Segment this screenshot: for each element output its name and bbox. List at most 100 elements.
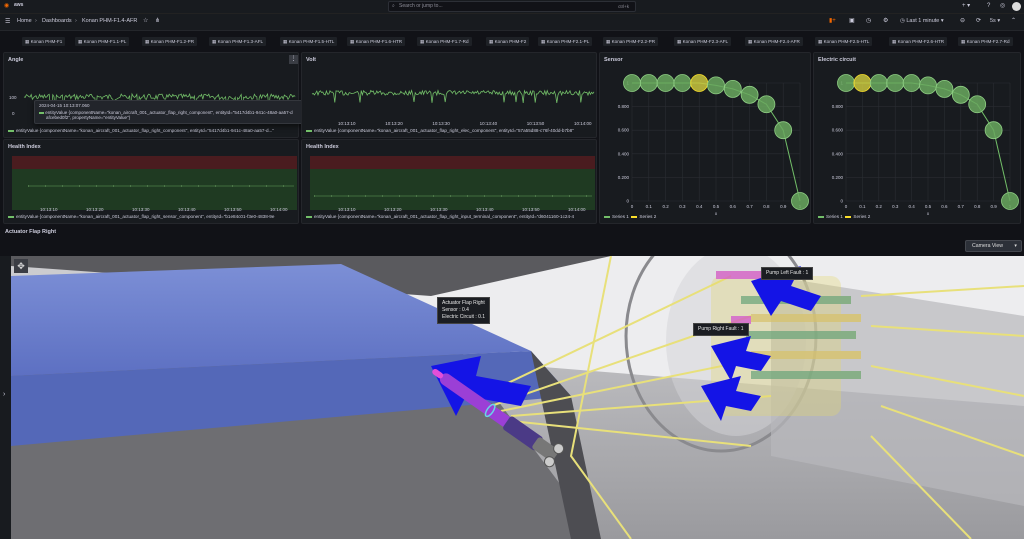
x-tick-label: 0.6 [730, 204, 737, 209]
dashboard-link[interactable]: ▦ Konan PHM-F2.7-Rd [958, 37, 1013, 46]
pump-left-label: Pump Left Fault : 1 [761, 267, 814, 280]
data-point [1001, 192, 1019, 210]
settings-icon[interactable]: ⚙ [883, 17, 888, 25]
series-legend: entityValue {componentName="konan_aircra… [8, 128, 274, 133]
angle-panel: Angle ⋮ 100 0 entityValue {componentName… [3, 52, 299, 138]
time-tick: 10:13:10 [338, 121, 356, 126]
actuator-label: Actuator Flap Right Sensor : 0.4 Electri… [437, 297, 491, 324]
highlight-point [853, 74, 872, 92]
grafana-logo-icon[interactable]: ◉ [4, 2, 9, 10]
star-icon[interactable]: ☆ [143, 17, 148, 25]
data-point [757, 95, 776, 114]
dashboard-link[interactable]: ▦ Konan PHM-F2.3-AFL [674, 37, 732, 46]
time-tick: 10:13:20 [86, 207, 104, 212]
search-input[interactable]: ⌕ Search or jump to... ctrl+k [388, 1, 636, 12]
x-tick-label: 0.4 [696, 204, 703, 209]
time-tick: 10:13:20 [384, 207, 402, 212]
search-icon: ⌕ [392, 3, 395, 9]
dashboard-link[interactable]: ▦ Konan PHM-F2.1-PL [538, 37, 593, 46]
chevron-down-icon: ▾ [1014, 243, 1017, 249]
sidebar-toggle[interactable]: › [0, 256, 11, 539]
x-tick-label: 0.4 [908, 204, 915, 209]
dashboard-link[interactable]: ▦ Konan PHM-F1.6-HTR [347, 37, 406, 46]
avatar[interactable] [1012, 2, 1021, 11]
time-tick: 10:13:50 [526, 121, 545, 126]
share-icon[interactable]: ⋔ [155, 17, 160, 25]
dashboard-link[interactable]: ▦ Konan PHM-F2.6-HTR [889, 37, 948, 46]
y-tick-label: 0.800 [618, 104, 630, 109]
sensor-scatter-chart: 00.2000.4000.6000.800100.10.20.30.40.50.… [618, 74, 809, 216]
x-axis-label: x [927, 211, 930, 216]
dashboard-link[interactable]: ▦ Konan PHM-F1.7-Rd [417, 37, 472, 46]
data-point [673, 74, 692, 92]
data-point [951, 85, 970, 104]
chevron-left-icon: › [3, 391, 6, 398]
angle-timeseries [23, 92, 296, 110]
aws-logo-icon: aws [14, 2, 24, 8]
dashboard-link[interactable]: ▦ Konan PHM-F1.1-PL [75, 37, 130, 46]
data-point [740, 85, 759, 104]
plus-icon[interactable]: + ▾ [962, 2, 970, 10]
dashboard-link[interactable]: ▦ Konan PHM-F2 [486, 37, 530, 46]
time-tick: 10:14:00 [568, 207, 586, 212]
pump-right-label: Pump Right Fault : 1 [693, 323, 749, 336]
news-icon[interactable]: ◎ [1000, 2, 1005, 10]
health-index-panel-right: Health Index 10:13:10 10:13:20 10:13:30 10:… [301, 139, 597, 224]
time-tick: 10:13:40 [178, 207, 196, 212]
chart-legend: Series 1 Series 2 [604, 214, 656, 219]
dashboard-link[interactable]: ▦ Konan PHM-F1.5-HTL [280, 37, 338, 46]
time-tick: 10:13:40 [479, 121, 498, 126]
x-tick-label: 0.8 [974, 204, 981, 209]
hover-tooltip: 2024-04-15 10:13:07.060 entityValue {com… [34, 100, 344, 124]
x-tick-label: 0.7 [746, 204, 753, 209]
dashboard-link[interactable]: ▦ Konan PHM-F2.4-AFR [745, 37, 803, 46]
x-axis-label: x [715, 211, 718, 216]
y-tick-label: 0 [626, 199, 629, 204]
data-point [639, 74, 658, 92]
breadcrumb-separator: › [35, 18, 37, 24]
data-point [886, 74, 905, 92]
time-icon[interactable]: ◷ [866, 17, 871, 25]
chart-legend: Series 1 Series 2 [818, 214, 870, 219]
collapse-icon[interactable]: ⌃ [1011, 17, 1016, 25]
refresh-interval[interactable]: 5s ▾ [990, 18, 1000, 24]
series-legend: entityValue {componentName="konan_aircra… [306, 128, 574, 133]
x-tick-label: 0 [845, 204, 848, 209]
zoom-out-icon[interactable]: ⊖ [960, 17, 965, 25]
time-tick: 10:13:10 [338, 207, 356, 212]
time-picker[interactable]: ◷ Last 1 minute ▾ [900, 18, 944, 24]
dashboard-link[interactable]: ▦ Konan PHM-F2.5-HTL [815, 37, 873, 46]
data-point [774, 121, 793, 140]
y-tick-label: 0.800 [832, 104, 844, 109]
dashboard-link[interactable]: ▦ Konan PHM-F1.3-AFL [209, 37, 267, 46]
sensor-panel: Sensor 00.2000.4000.6000.800100.10.20.30… [599, 52, 811, 224]
series-legend: entityValue {componentName="konan_aircra… [306, 214, 574, 219]
search-shortcut: ctrl+k [618, 4, 629, 9]
refresh-icon[interactable]: ⟳ [976, 17, 981, 25]
help-icon[interactable]: ? [987, 2, 990, 10]
dashboard-link[interactable]: ▦ Konan PHM-F1 [22, 37, 66, 46]
tooltip-swatch [39, 112, 44, 114]
series-legend: entityValue {componentName="konan_aircra… [8, 214, 274, 219]
menu-icon[interactable]: ☰ [5, 18, 10, 26]
camera-view-dropdown[interactable]: Camera View ▾ [965, 240, 1022, 252]
data-point [623, 74, 641, 92]
breadcrumb-home[interactable]: Home [17, 18, 32, 24]
dashboard-link[interactable]: ▦ Konan PHM-F1.2-PR [142, 37, 198, 46]
electric-scatter-chart: 00.2000.4000.6000.800100.10.20.30.40.50.… [832, 74, 1019, 216]
3d-scene-viewport[interactable]: Actuator Flap Right Sensor : 0.4 Electri… [11, 256, 1024, 539]
data-point [968, 95, 987, 114]
tooltip-series-cont: afcebed0f2", propertyName="entityValue"} [46, 115, 131, 120]
time-tick: 10:14:00 [574, 121, 592, 126]
move-tool-icon[interactable]: ✥ [14, 259, 28, 273]
data-point [869, 74, 888, 92]
top-bar: ◉ aws ⌕ Search or jump to... ctrl+k + ▾ … [0, 0, 1024, 14]
x-tick-label: 0 [631, 204, 634, 209]
x-tick-label: 0.9 [990, 204, 997, 209]
breadcrumb-dashboards[interactable]: Dashboards [42, 18, 72, 24]
dashboard-link[interactable]: ▦ Konan PHM-F2.2-PR [603, 37, 659, 46]
add-panel-icon[interactable]: ▮+ [829, 17, 836, 25]
time-tick: 10:13:30 [430, 207, 448, 212]
save-icon[interactable]: ▣ [849, 17, 855, 25]
x-tick-label: 0.1 [646, 204, 653, 209]
